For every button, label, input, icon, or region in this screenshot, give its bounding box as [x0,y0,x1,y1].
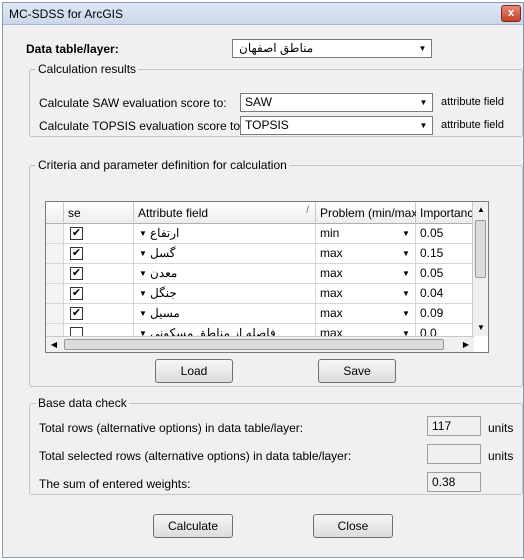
attribute-value: ارتفاع [150,226,180,240]
use-cell: ✔ [64,284,134,304]
calculate-button[interactable]: Calculate [153,514,233,538]
row-selector[interactable] [46,264,64,284]
saw-field-select[interactable]: SAW ▼ [240,93,433,112]
attribute-value: مسیل [150,306,180,320]
importance-cell[interactable]: 0.04 [416,284,474,304]
problem-value: max [320,266,343,280]
use-checkbox[interactable]: ✔ [70,307,83,320]
chevron-down-icon[interactable]: ▼ [136,246,150,261]
chevron-down-icon[interactable]: ▼ [136,286,150,301]
problem-cell[interactable]: max ▼ [316,304,416,324]
row-header-column [46,202,64,224]
criteria-legend: Criteria and parameter definition for ca… [36,158,289,172]
topsis-value: TOPSIS [245,118,289,132]
chevron-down-icon[interactable]: ▼ [415,41,430,56]
problem-value: max [320,286,343,300]
total-rows-label: Total rows (alternative options) in data… [39,421,304,435]
use-cell: ✔ [64,244,134,264]
chevron-down-icon[interactable]: ▼ [136,306,150,321]
chevron-down-icon[interactable]: ▼ [416,95,431,110]
use-checkbox[interactable]: ✔ [70,267,83,280]
calculation-results-legend: Calculation results [36,62,139,76]
row-selector[interactable] [46,284,64,304]
criteria-table: se Attribute field / Problem (min/max) I… [45,201,489,353]
problem-cell[interactable]: min ▼ [316,224,416,244]
chevron-down-icon[interactable]: ▼ [399,266,413,281]
sum-weights-value: 0.38 [427,472,481,492]
attribute-cell[interactable]: ارتفاع ▼ [134,224,316,244]
chevron-down-icon[interactable]: ▼ [136,226,150,241]
importance-cell[interactable]: 0.05 [416,224,474,244]
close-button[interactable]: Close [313,514,393,538]
use-checkbox[interactable]: ✔ [70,247,83,260]
use-checkbox[interactable]: ✔ [70,287,83,300]
vertical-scrollbar[interactable]: ▲ ▼ [472,202,488,336]
attribute-cell[interactable]: مسیل ▼ [134,304,316,324]
problem-cell[interactable]: max ▼ [316,264,416,284]
total-rows-unit: units [488,421,514,435]
column-header-problem[interactable]: Problem (min/max) [316,202,421,224]
save-button[interactable]: Save [318,359,396,383]
window-title: MC-SDSS for ArcGIS [9,7,124,21]
column-header-attribute[interactable]: Attribute field / [134,202,316,224]
chevron-down-icon[interactable]: ▼ [399,286,413,301]
topsis-label: Calculate TOPSIS evaluation score to: [39,119,244,133]
problem-value: max [320,306,343,320]
chevron-down-icon[interactable]: ▼ [399,226,413,241]
sort-icon: / [306,205,309,216]
data-table-label: Data table/layer: [26,42,119,56]
importance-cell[interactable]: 0.09 [416,304,474,324]
problem-value: max [320,246,343,260]
selected-rows-unit: units [488,449,514,463]
load-button[interactable]: Load [155,359,233,383]
use-checkbox[interactable]: ✔ [70,227,83,240]
column-header-attribute-label: Attribute field [138,206,209,220]
attribute-cell[interactable]: گسل ▼ [134,244,316,264]
column-header-use[interactable]: se [64,202,134,224]
chevron-down-icon[interactable]: ▼ [416,118,431,133]
column-header-importance[interactable]: Importance [416,202,480,224]
scroll-up-icon[interactable]: ▲ [473,202,488,218]
scroll-left-icon[interactable]: ◀ [46,337,62,352]
attribute-value: جنگل [150,286,177,300]
scroll-right-icon[interactable]: ▶ [458,337,474,352]
use-cell: ✔ [64,304,134,324]
attribute-cell[interactable]: جنگل ▼ [134,284,316,304]
sum-weights-label: The sum of entered weights: [39,477,191,491]
row-selector[interactable] [46,304,64,324]
attribute-cell[interactable]: معدن ▼ [134,264,316,284]
importance-cell[interactable]: 0.15 [416,244,474,264]
saw-label: Calculate SAW evaluation score to: [39,96,227,110]
selected-rows-value [427,444,481,464]
problem-value: min [320,226,340,240]
attribute-value: معدن [150,266,178,280]
use-cell: ✔ [64,264,134,284]
topsis-field-select[interactable]: TOPSIS ▼ [240,116,433,135]
saw-suffix: attribute field [441,96,504,108]
importance-cell[interactable]: 0.05 [416,264,474,284]
selected-rows-label: Total selected rows (alternative options… [39,449,352,463]
chevron-down-icon[interactable]: ▼ [399,306,413,321]
close-window-button[interactable]: x [501,5,521,22]
title-bar: MC-SDSS for ArcGIS x [3,3,523,25]
base-data-check-legend: Base data check [36,396,129,410]
row-selector[interactable] [46,224,64,244]
horizontal-scroll-thumb[interactable] [64,339,444,350]
main-window: MC-SDSS for ArcGIS x Data table/layer: م… [2,2,524,558]
attribute-value: گسل [150,246,176,260]
topsis-suffix: attribute field [441,119,504,131]
data-table-value: مناطق اصفهان [239,41,314,55]
total-rows-value: 117 [427,416,481,436]
chevron-down-icon[interactable]: ▼ [136,266,150,281]
problem-cell[interactable]: max ▼ [316,284,416,304]
use-cell: ✔ [64,224,134,244]
problem-cell[interactable]: max ▼ [316,244,416,264]
chevron-down-icon[interactable]: ▼ [399,246,413,261]
horizontal-scrollbar[interactable]: ◀ ▶ [46,336,474,352]
data-table-select[interactable]: مناطق اصفهان ▼ [232,39,432,58]
scroll-down-icon[interactable]: ▼ [473,320,488,336]
saw-value: SAW [245,95,272,109]
row-selector[interactable] [46,244,64,264]
vertical-scroll-thumb[interactable] [475,220,486,278]
